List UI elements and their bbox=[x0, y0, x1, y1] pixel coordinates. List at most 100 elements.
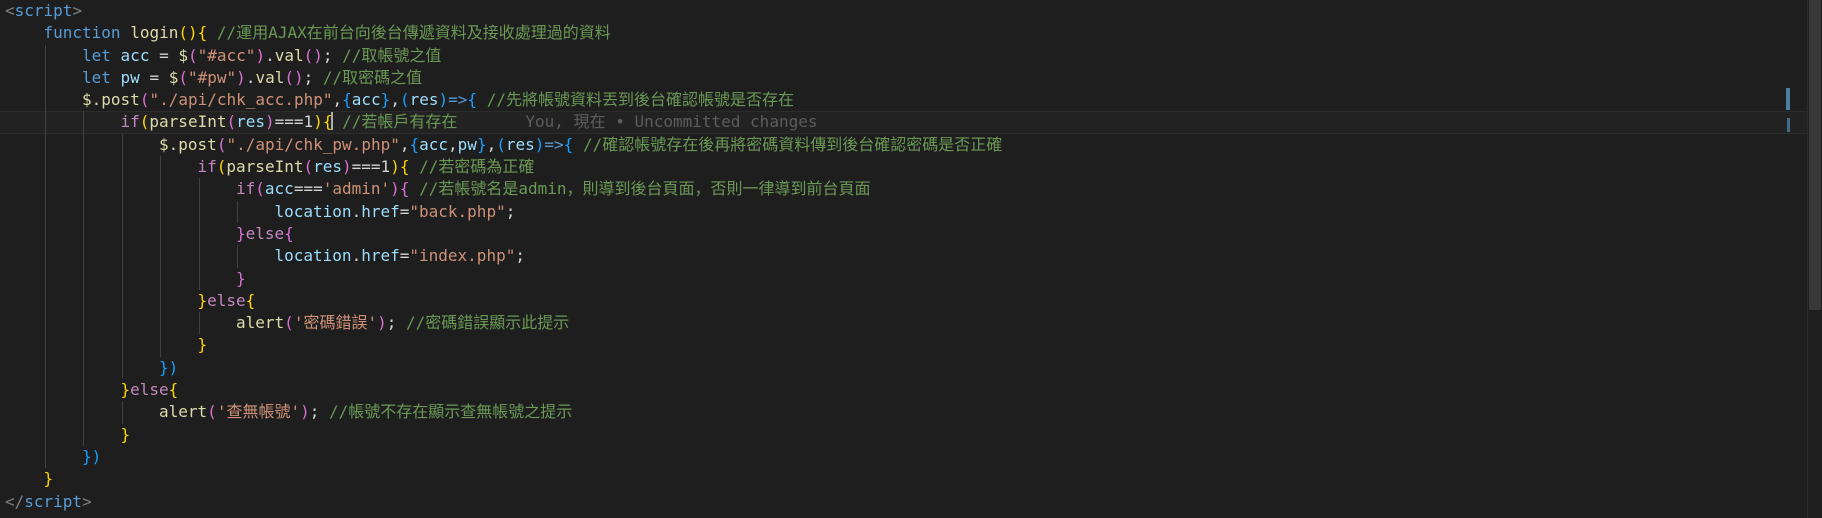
indent-guide bbox=[44, 89, 46, 112]
indent-guide bbox=[44, 334, 46, 357]
code-area[interactable]: <script> function login(){ //運用AJAX在前台向後台… bbox=[0, 0, 1808, 513]
code-token: acc bbox=[120, 45, 150, 65]
indent-guide bbox=[83, 267, 84, 290]
code-line[interactable]: </script> bbox=[0, 491, 1808, 513]
code-token: }) bbox=[82, 446, 102, 466]
code-token: ( bbox=[216, 134, 227, 154]
code-token: { bbox=[467, 90, 478, 110]
code-token: ) bbox=[438, 90, 449, 110]
code-token: res bbox=[236, 112, 266, 132]
code-token: . bbox=[265, 45, 275, 65]
code-token: 'admin' bbox=[322, 179, 391, 199]
code-line[interactable]: alert('密碼錯誤'); //密碼錯誤顯示此提示 bbox=[0, 312, 1808, 335]
code-token: = bbox=[399, 246, 410, 266]
code-token: //若帳戶有存在 bbox=[342, 112, 458, 132]
code-line[interactable]: }else{ bbox=[0, 222, 1808, 246]
code-line[interactable]: $.post("./api/chk_pw.php",{acc,pw},(res)… bbox=[0, 133, 1808, 157]
code-token: //取帳號之值 bbox=[342, 45, 442, 65]
code-line[interactable]: } bbox=[0, 334, 1808, 357]
indent-guide bbox=[83, 379, 84, 402]
indent-guide bbox=[237, 200, 238, 223]
code-token: { bbox=[399, 179, 410, 199]
indent-guide bbox=[121, 334, 123, 357]
indent-guide bbox=[44, 401, 46, 424]
indent-guide bbox=[121, 156, 123, 179]
code-line[interactable]: location.href="back.php"; bbox=[0, 200, 1808, 223]
code-token: , bbox=[486, 134, 497, 154]
code-token: ; bbox=[505, 201, 516, 221]
code-token: = bbox=[139, 67, 169, 87]
code-editor[interactable]: <script> function login(){ //運用AJAX在前台向後台… bbox=[0, 0, 1822, 518]
code-line[interactable]: if(parseInt(res)===1){ //若密碼為正確 bbox=[0, 156, 1808, 179]
code-line[interactable]: alert('查無帳號'); //帳號不存在顯示查無帳號之提示 bbox=[0, 401, 1808, 424]
indent-guide bbox=[121, 401, 123, 424]
code-token: } bbox=[380, 90, 391, 110]
code-token: ) bbox=[390, 179, 400, 199]
code-token: "back.php" bbox=[409, 201, 506, 221]
indent-guide bbox=[160, 200, 161, 223]
code-line[interactable]: }) bbox=[0, 445, 1808, 469]
code-token: => bbox=[544, 134, 564, 154]
indent-guide bbox=[44, 267, 46, 290]
indent-guide bbox=[160, 156, 161, 179]
code-line[interactable]: location.href="index.php"; bbox=[0, 245, 1808, 268]
indent-guide bbox=[83, 289, 84, 313]
code-line[interactable]: <script> bbox=[0, 0, 1808, 22]
indent-guide bbox=[83, 423, 84, 446]
code-token: ( bbox=[303, 157, 314, 177]
code-token: } bbox=[43, 469, 54, 489]
code-token: , bbox=[332, 90, 343, 110]
code-token: { bbox=[563, 134, 574, 154]
code-token: ===1 bbox=[274, 112, 314, 132]
indent-guide bbox=[160, 312, 161, 335]
code-line[interactable]: let acc = $("#acc").val(); //取帳號之值 bbox=[0, 44, 1808, 67]
code-token: ; bbox=[322, 45, 343, 65]
code-token: ===1 bbox=[351, 157, 391, 177]
indent-guide bbox=[160, 222, 161, 246]
code-line[interactable]: } bbox=[0, 423, 1808, 446]
code-token: //運用AJAX在前台向後台傳遞資料及接收處理過的資料 bbox=[216, 23, 611, 43]
code-line[interactable]: if(parseInt(res)===1){ //若帳戶有存在 You, 現在 •… bbox=[0, 111, 1808, 134]
code-token: ( bbox=[496, 134, 506, 154]
code-token: . bbox=[245, 67, 256, 87]
code-line[interactable]: }) bbox=[0, 356, 1808, 380]
code-line[interactable]: } bbox=[0, 267, 1808, 290]
code-token: } bbox=[236, 223, 246, 243]
code-token: , bbox=[448, 134, 458, 154]
indent-guide bbox=[121, 200, 123, 223]
code-line[interactable]: if(acc==='admin'){ //若帳號名是admin，則導到後台頁面，… bbox=[0, 178, 1808, 201]
code-token: ( bbox=[139, 112, 150, 132]
indent-guide bbox=[198, 222, 200, 246]
code-line[interactable]: } bbox=[0, 468, 1808, 490]
indent-guide bbox=[44, 66, 46, 90]
code-line[interactable]: function login(){ //運用AJAX在前台向後台傳遞資料及接收處… bbox=[0, 22, 1808, 44]
code-token: parseInt bbox=[226, 157, 304, 177]
code-token: post bbox=[178, 134, 217, 154]
code-line[interactable]: $.post("./api/chk_acc.php",{acc},(res)=>… bbox=[0, 89, 1808, 112]
scrollbar-thumb[interactable] bbox=[1809, 0, 1821, 310]
code-line[interactable]: }else{ bbox=[0, 379, 1808, 402]
code-token: location bbox=[274, 201, 352, 221]
indent-guide bbox=[44, 222, 46, 246]
code-token: ; bbox=[515, 246, 525, 266]
indent-guide bbox=[44, 245, 46, 268]
code-token: //先將帳號資料丟到後台確認帳號是否存在 bbox=[486, 90, 794, 110]
code-token: () bbox=[284, 67, 304, 87]
code-token: $ bbox=[159, 134, 169, 154]
code-token: res bbox=[505, 134, 535, 154]
indent-guide bbox=[44, 156, 46, 179]
code-token: else bbox=[130, 380, 169, 400]
code-token: acc bbox=[419, 134, 449, 154]
indent-guide bbox=[83, 133, 84, 157]
code-line[interactable]: let pw = $("#pw").val(); //取密碼之值 bbox=[0, 66, 1808, 90]
indent-guide bbox=[83, 200, 84, 223]
code-line[interactable]: }else{ bbox=[0, 289, 1808, 313]
code-token: else bbox=[245, 223, 285, 243]
code-token: res bbox=[409, 90, 439, 110]
vertical-scrollbar[interactable] bbox=[1807, 0, 1822, 518]
code-token: ( bbox=[178, 67, 188, 87]
code-token: $ bbox=[178, 45, 188, 65]
